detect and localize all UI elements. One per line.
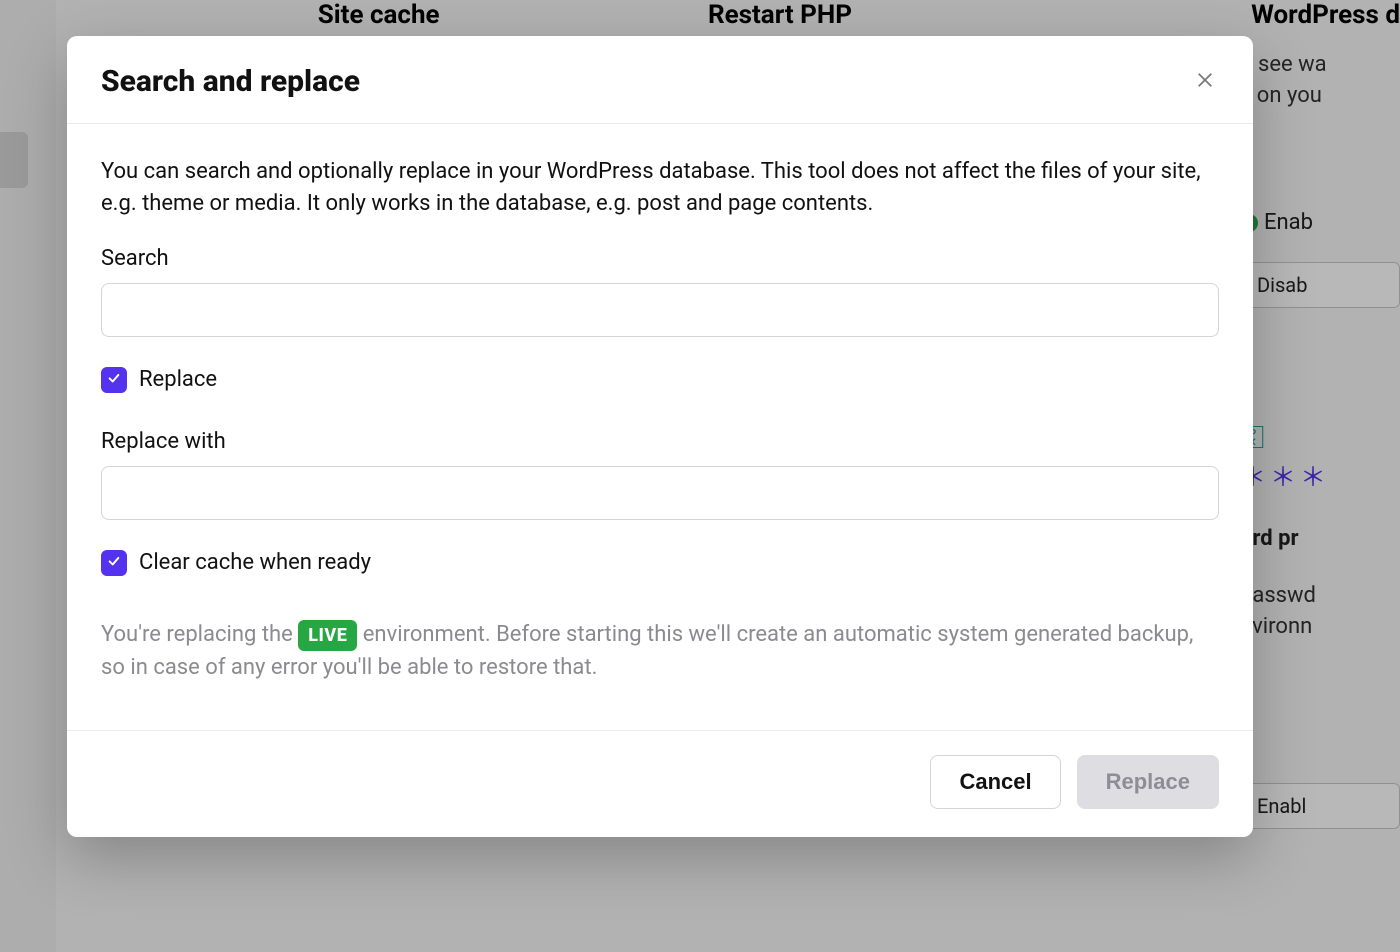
modal-title: Search and replace [101,64,360,99]
replace-button[interactable]: Replace [1077,755,1219,809]
search-label: Search [101,246,1219,271]
cancel-button[interactable]: Cancel [930,755,1060,809]
modal-body: You can search and optionally replace in… [67,124,1253,696]
clear-cache-checkbox[interactable] [101,550,127,576]
search-replace-modal: Search and replace You can search and op… [67,36,1253,837]
modal-footer: Cancel Replace [67,730,1253,837]
close-icon [1196,70,1214,94]
search-input[interactable] [101,283,1219,337]
replace-with-label: Replace with [101,429,1219,454]
environment-note: You're replacing the LIVE environment. B… [101,618,1219,684]
env-note-before: You're replacing the [101,622,298,647]
replace-checkbox-row: Replace [101,367,1219,393]
modal-description: You can search and optionally replace in… [101,156,1219,220]
replace-checkbox-label: Replace [139,367,217,392]
replace-with-input[interactable] [101,466,1219,520]
replace-checkbox[interactable] [101,367,127,393]
clear-cache-checkbox-row: Clear cache when ready [101,550,1219,576]
live-badge: LIVE [298,620,357,651]
modal-header: Search and replace [67,36,1253,124]
clear-cache-checkbox-label: Clear cache when ready [139,550,371,575]
close-button[interactable] [1191,68,1219,96]
